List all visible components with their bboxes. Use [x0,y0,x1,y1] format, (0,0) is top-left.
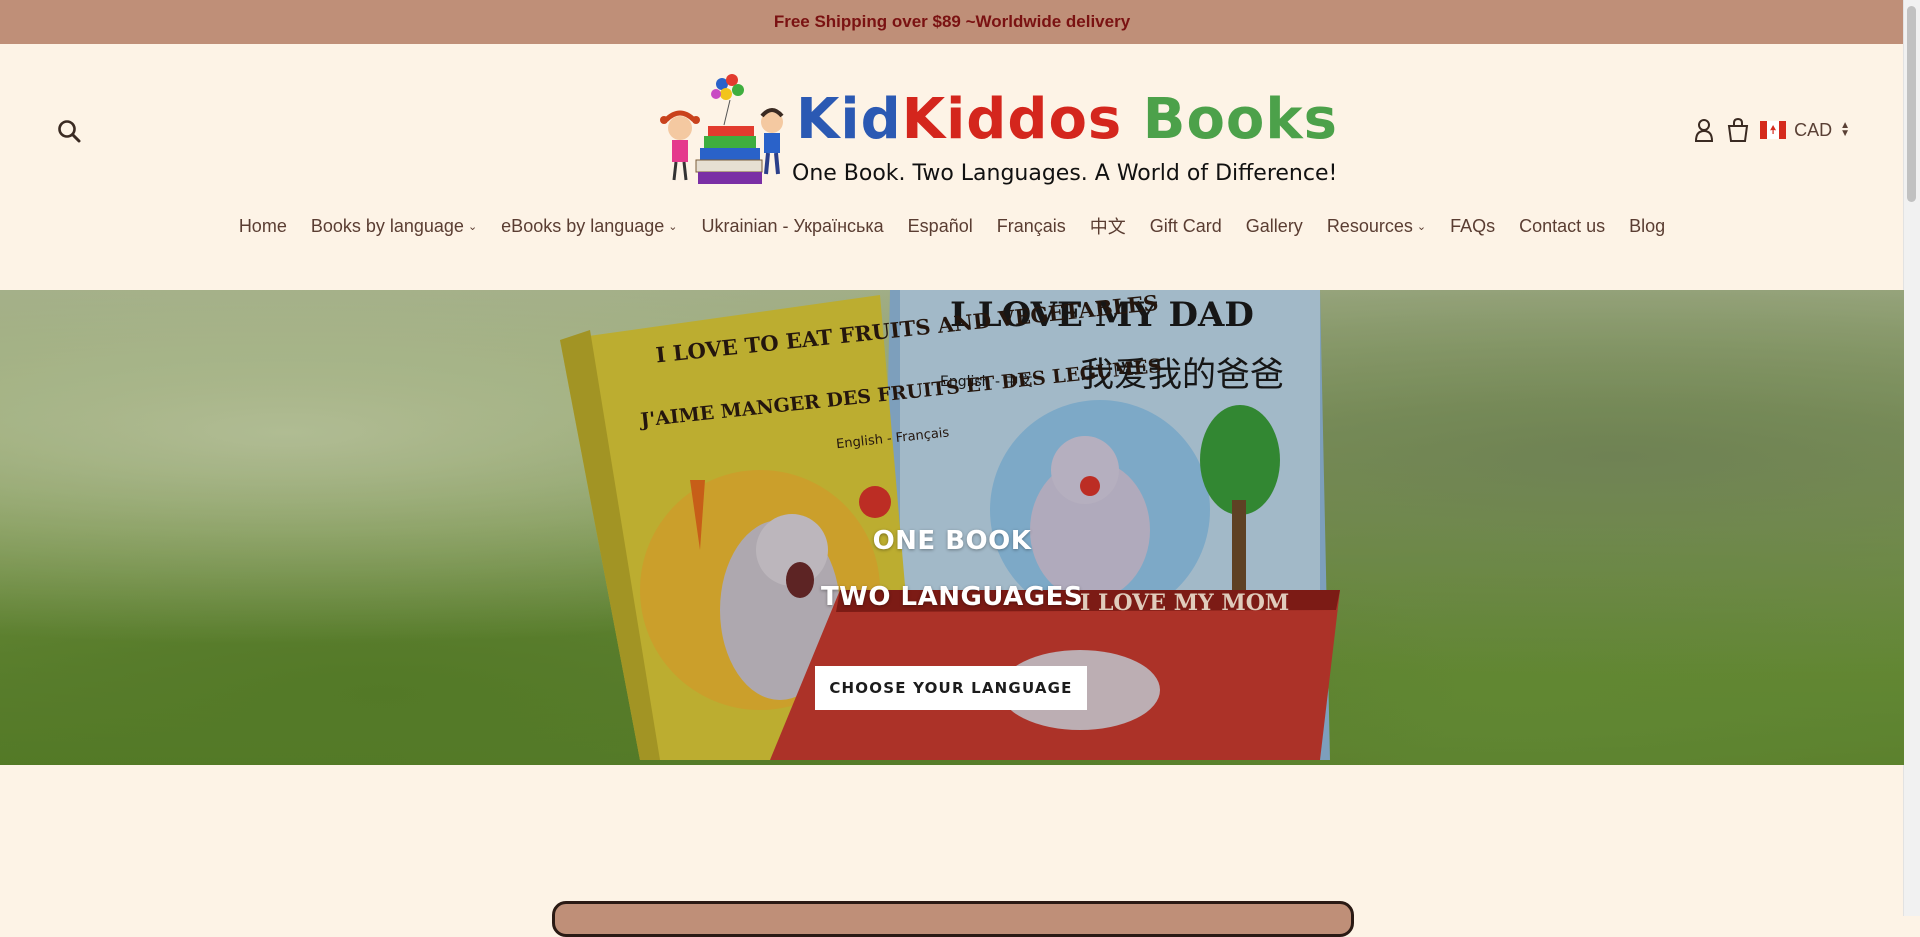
nav-label: Contact us [1519,215,1606,236]
hero-headline-line2: TWO LANGUAGES [820,582,1084,612]
nav-francais[interactable]: Français [997,213,1066,239]
announcement-text: Free Shipping over $89 ~Worldwide delive… [773,12,1131,31]
chevron-down-icon: ⌄ [467,220,478,233]
logo-word-kiddos: Kiddos [901,87,1123,152]
nav-books-by-language[interactable]: Books by language ⌄ [311,213,477,239]
nav-label: Español [907,215,973,236]
main-navigation: Home Books by language ⌄ eBooks by langua… [0,213,1904,239]
currency-selector[interactable]: CAD ▲ ▼ [1760,120,1850,141]
choose-language-button[interactable]: CHOOSE YOUR LANGUAGE [815,666,1087,710]
cart-icon[interactable] [1726,117,1750,143]
nav-espanol[interactable]: Español [908,213,973,239]
sort-arrows-icon: ▲ ▼ [1840,120,1850,139]
scrollbar-thumb[interactable] [1907,6,1916,202]
header-utilities: CAD ▲ ▼ [1692,117,1850,143]
hero-banner: I LOVE MY DAD 我爱我的爸爸 English - 中文 I LOVE… [0,290,1904,765]
nav-home[interactable]: Home [239,213,287,239]
nav-label: Gallery [1245,215,1303,236]
chevron-down-icon: ⌄ [668,220,678,233]
nav-ukrainian[interactable]: Ukrainian - Українська [702,213,884,239]
search-icon[interactable] [56,118,84,146]
logo-word-books: Books [1142,87,1338,152]
nav-contact-us[interactable]: Contact us [1519,213,1605,239]
featured-section-card [552,901,1354,937]
nav-label: FAQs [1450,215,1496,236]
account-icon[interactable] [1692,117,1716,143]
announcement-bar: Free Shipping over $89 ~Worldwide delive… [0,0,1904,44]
nav-ebooks-by-language[interactable]: eBooks by language ⌄ [501,213,677,239]
nav-resources[interactable]: Resources ⌄ [1327,213,1426,239]
logo-wordmark: KidKiddos Books [796,92,1338,148]
logo-tagline: One Book. Two Languages. A World of Diff… [792,161,1338,186]
nav-label: Home [238,215,287,236]
nav-label: Gift Card [1149,215,1222,236]
nav-blog[interactable]: Blog [1629,213,1665,239]
logo-word-kid: Kid [796,87,902,152]
nav-label: Français [996,215,1066,236]
currency-label: CAD [1794,119,1833,140]
nav-label: 中文 [1089,217,1126,237]
hero-headline-line1: ONE BOOK [872,526,1032,556]
logo-kids-illustration [660,74,784,184]
nav-label: eBooks by language [501,215,665,236]
nav-gallery[interactable]: Gallery [1246,213,1303,239]
nav-label: Resources [1326,215,1413,236]
site-logo[interactable]: KidKiddos Books One Book. Two Languages.… [652,70,1337,192]
chevron-down-icon: ⌄ [1416,220,1427,233]
nav-label: Books by language [310,215,464,236]
nav-label: Ukrainian - Українська [701,215,884,236]
page-scrollbar[interactable] [1903,0,1920,916]
nav-gift-card[interactable]: Gift Card [1150,213,1222,239]
nav-chinese[interactable]: 中文 [1090,213,1126,239]
nav-label: Blog [1629,215,1666,236]
canada-flag-icon [1760,121,1787,139]
nav-faqs[interactable]: FAQs [1450,213,1495,239]
